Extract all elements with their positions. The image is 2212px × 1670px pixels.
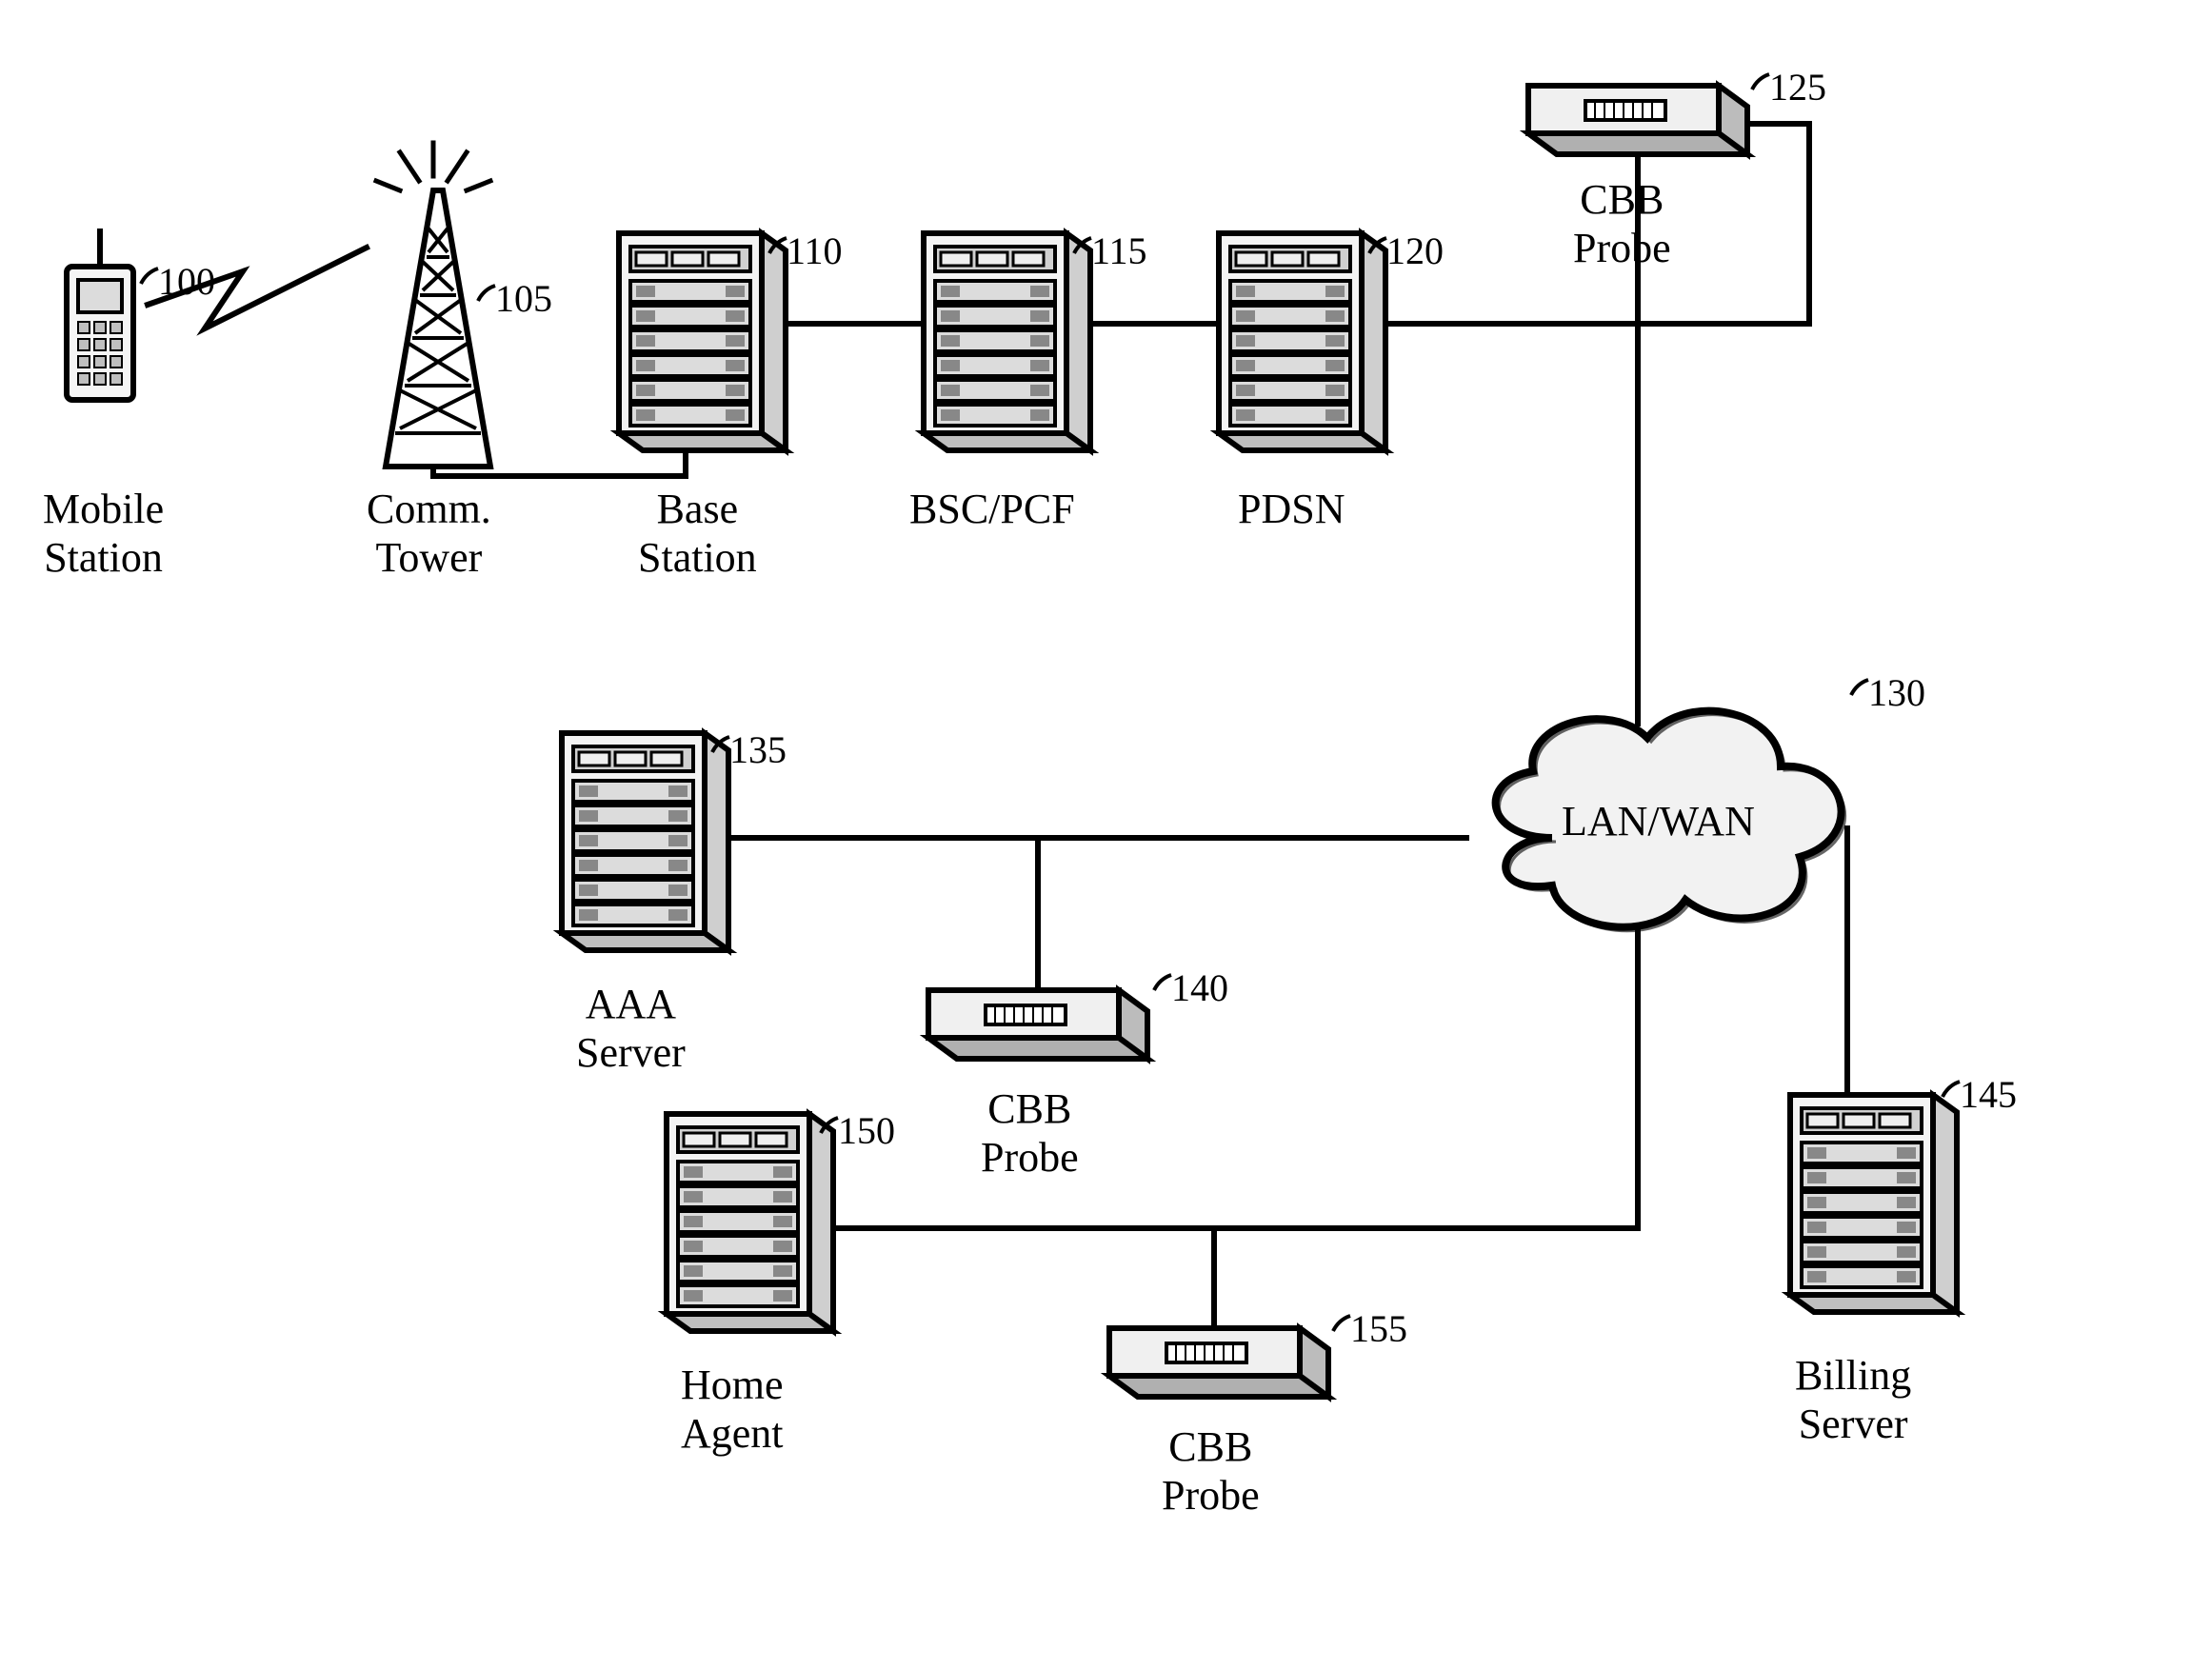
aaa-server-icon bbox=[562, 733, 728, 950]
comm-tower-icon bbox=[386, 190, 490, 467]
cbb-probe-155-icon bbox=[1109, 1328, 1328, 1397]
ref-135: 135 bbox=[729, 727, 787, 772]
label-mobile-station: Mobile Station bbox=[43, 486, 164, 582]
ref-155: 155 bbox=[1350, 1306, 1407, 1351]
label-cbb-probe-155: CBB Probe bbox=[1162, 1423, 1260, 1520]
label-pdsn: PDSN bbox=[1238, 486, 1345, 534]
label-base-station: Base Station bbox=[638, 486, 757, 582]
label-bsc-pcf: BSC/PCF bbox=[909, 486, 1075, 534]
ref-140: 140 bbox=[1171, 965, 1228, 1010]
network-diagram: 100 Mobile Station 105 Comm. Tower 110 B… bbox=[0, 0, 2212, 1670]
mobile-station-icon bbox=[67, 229, 133, 400]
label-comm-tower: Comm. Tower bbox=[367, 486, 491, 582]
ref-145: 145 bbox=[1960, 1072, 2017, 1117]
bsc-pcf-icon bbox=[924, 233, 1090, 450]
label-lan-wan: LAN/WAN bbox=[1562, 798, 1755, 846]
ref-130: 130 bbox=[1868, 670, 1925, 715]
ref-120: 120 bbox=[1386, 229, 1444, 273]
cbb-probe-140-icon bbox=[928, 990, 1147, 1059]
ref-150: 150 bbox=[838, 1108, 895, 1153]
ref-105: 105 bbox=[495, 276, 552, 321]
ref-125: 125 bbox=[1769, 65, 1826, 109]
ref-100: 100 bbox=[158, 259, 215, 304]
ref-115: 115 bbox=[1091, 229, 1147, 273]
label-aaa-server: AAA Server bbox=[576, 981, 686, 1077]
home-agent-icon bbox=[667, 1114, 833, 1331]
ref-110: 110 bbox=[787, 229, 843, 273]
label-cbb-probe-140: CBB Probe bbox=[981, 1085, 1079, 1182]
label-billing-server: Billing Server bbox=[1795, 1352, 1911, 1448]
label-home-agent: Home Agent bbox=[681, 1362, 784, 1458]
billing-server-icon bbox=[1790, 1095, 1957, 1312]
cbb-probe-125-icon bbox=[1528, 86, 1747, 154]
pdsn-icon bbox=[1219, 233, 1385, 450]
base-station-icon bbox=[619, 233, 786, 450]
label-cbb-probe-125: CBB Probe bbox=[1573, 176, 1671, 272]
